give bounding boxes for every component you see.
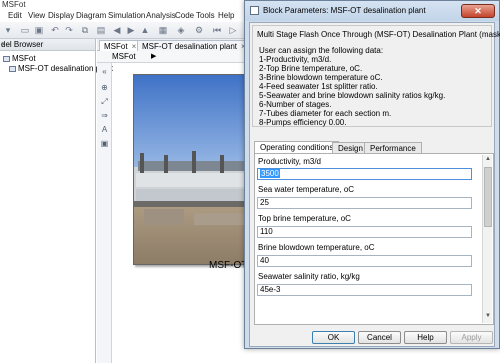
step-back-icon[interactable]: ⏮ — [212, 25, 222, 35]
block-icon — [250, 6, 259, 15]
menu-diagram[interactable]: Diagram — [76, 11, 106, 20]
open-icon[interactable]: ▭ — [20, 25, 30, 35]
dialog-title: Block Parameters: MSF-OT desalination pl… — [263, 6, 426, 15]
menu-help[interactable]: Help — [218, 11, 234, 20]
seawater-salinity-ratio-field[interactable]: 45e-3 — [257, 284, 472, 296]
mask-description-group: Multi Stage Flash Once Through (MSF-OT) … — [252, 25, 500, 127]
close-icon[interactable]: × — [1, 40, 92, 49]
tab-msfot[interactable]: MSFot × — [99, 40, 142, 51]
annotation-icon[interactable]: A — [100, 125, 109, 134]
sea-water-temperature-label: Sea water temperature, oC — [258, 185, 355, 194]
seawater-salinity-ratio-label: Seawater salinity ratio, kg/kg — [258, 272, 360, 281]
description-line: 2-Top Brine temperature, oC. — [259, 64, 363, 73]
parameter-tabs: Operating conditions Design Performance — [254, 141, 494, 153]
explorer-icon[interactable]: ◈ — [176, 25, 186, 35]
description-line: 6-Number of stages. — [259, 100, 332, 109]
top-brine-temperature-label: Top brine temperature, oC — [258, 214, 351, 223]
menu-display[interactable]: Display — [48, 11, 74, 20]
subsystem-icon — [9, 66, 16, 72]
forward-icon[interactable]: ▶ — [126, 25, 136, 35]
zoom-icon[interactable]: ⊕ — [100, 83, 109, 92]
menu-simulation[interactable]: Simulation — [108, 11, 145, 20]
canvas-palette: « ⊕ ⤢ ⇒ A ▣ — [97, 63, 112, 363]
new-model-icon[interactable]: ▾ — [3, 25, 13, 35]
description-line: 4-Feed seawater 1st splitter ratio. — [259, 82, 378, 91]
tree-item-msfot[interactable]: MSFot — [3, 54, 36, 63]
model-browser: del Browser × MSFot MSF-OT desalination … — [0, 39, 113, 363]
window-title: MSFot — [2, 0, 26, 9]
productivity-label: Productivity, m3/d — [258, 157, 321, 166]
close-button[interactable]: ✕ — [461, 4, 495, 18]
sea-water-temperature-field[interactable]: 25 — [257, 197, 472, 209]
ok-button[interactable]: OK — [312, 331, 355, 344]
model-browser-header: del Browser × — [0, 39, 95, 51]
top-brine-temperature-field[interactable]: 110 — [257, 226, 472, 238]
redo-icon[interactable]: ↷ — [64, 25, 74, 35]
productivity-value: 3500 — [260, 169, 280, 178]
menu-edit[interactable]: Edit — [8, 11, 22, 20]
tree-item-label: MSFot — [12, 54, 36, 63]
description-line: User can assign the following data: — [259, 46, 384, 55]
description-line: 3-Brine blowdown temperature oC. — [259, 73, 383, 82]
close-icon[interactable]: × — [132, 42, 137, 51]
description-line: 7-Tubes diameter for each section m. — [259, 109, 392, 118]
brine-blowdown-temperature-label: Brine blowdown temperature, oC — [258, 243, 375, 252]
tab-desalination-plant[interactable]: MSF-OT desalination plant× — [137, 40, 251, 51]
model-icon — [3, 56, 10, 62]
operating-conditions-panel: Productivity, m3/d 3500 Sea water temper… — [254, 153, 494, 325]
image-icon[interactable]: ▣ — [100, 139, 109, 148]
description-line: 8-Pumps efficiency 0.00. — [259, 118, 347, 127]
msf-ot-block[interactable] — [133, 74, 249, 265]
mask-title: Multi Stage Flash Once Through (MSF-OT) … — [257, 30, 500, 39]
hide-panel-icon[interactable]: « — [100, 67, 109, 76]
scroll-down-icon[interactable]: ▼ — [484, 313, 492, 321]
tab-performance[interactable]: Performance — [364, 142, 422, 153]
save-icon[interactable]: ▣ — [34, 25, 44, 35]
block-label: MSF-OT — [209, 260, 248, 271]
library-icon[interactable]: ▦ — [158, 25, 168, 35]
menu-tools[interactable]: Tools — [196, 11, 215, 20]
tab-label: MSF-OT desalination plant — [142, 42, 238, 51]
scroll-up-icon[interactable]: ▲ — [484, 156, 492, 164]
menu-code[interactable]: Code — [175, 11, 194, 20]
tab-label: MSFot — [104, 42, 128, 51]
help-button[interactable]: Help — [404, 331, 447, 344]
dialog-title-bar[interactable]: Block Parameters: MSF-OT desalination pl… — [245, 1, 499, 21]
breadcrumb-item[interactable]: MSFot — [112, 52, 136, 61]
description-line: 5-Seawater and brine blowdown salinity r… — [259, 91, 446, 100]
arrow-right-icon[interactable]: ⇒ — [100, 111, 109, 120]
productivity-field[interactable]: 3500 — [257, 168, 472, 180]
cancel-button[interactable]: Cancel — [358, 331, 401, 344]
desalination-plant-photo — [134, 75, 248, 264]
undo-icon[interactable]: ↶ — [50, 25, 60, 35]
up-icon[interactable]: ▲ — [140, 25, 150, 35]
tab-operating-conditions[interactable]: Operating conditions — [254, 141, 340, 153]
scroll-thumb[interactable] — [484, 167, 492, 227]
panel-scrollbar[interactable]: ▲ ▼ — [482, 155, 492, 323]
copy-icon[interactable]: ⧉ — [80, 25, 90, 35]
apply-button[interactable]: Apply — [450, 331, 493, 344]
run-icon[interactable]: ▷ — [228, 25, 238, 35]
menu-analysis[interactable]: Analysis — [146, 11, 176, 20]
breadcrumb-arrow-icon[interactable]: ▶ — [151, 52, 156, 60]
settings-icon[interactable]: ⚙ — [194, 25, 204, 35]
back-icon[interactable]: ◀ — [112, 25, 122, 35]
paste-icon[interactable]: ▤ — [96, 25, 106, 35]
dialog-body: Multi Stage Flash Once Through (MSF-OT) … — [249, 22, 500, 347]
description-line: 1-Productivity, m3/d. — [259, 55, 332, 64]
menu-view[interactable]: View — [28, 11, 45, 20]
brine-blowdown-temperature-field[interactable]: 40 — [257, 255, 472, 267]
block-parameters-dialog: Block Parameters: MSF-OT desalination pl… — [244, 0, 500, 349]
fit-view-icon[interactable]: ⤢ — [100, 97, 109, 106]
